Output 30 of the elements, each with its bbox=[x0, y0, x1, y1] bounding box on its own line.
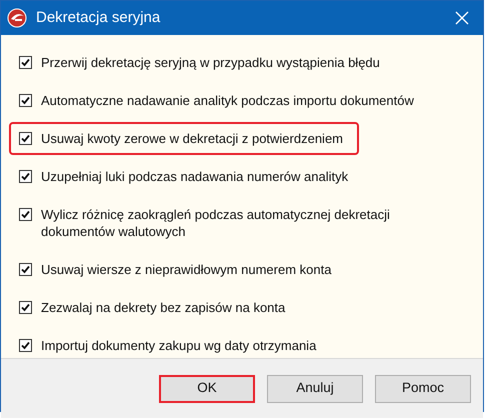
checkmark-icon bbox=[21, 58, 30, 67]
checkmark-icon bbox=[21, 341, 30, 350]
checkbox[interactable] bbox=[19, 94, 32, 107]
option-label: Automatyczne nadawanie analityk podczas importu dokumentów bbox=[41, 92, 414, 109]
checkbox[interactable] bbox=[19, 208, 32, 221]
dialog-button[interactable]: OK bbox=[159, 374, 255, 402]
dialog-button[interactable]: Anuluj bbox=[267, 374, 363, 402]
checkmark-icon bbox=[21, 172, 30, 181]
checkbox[interactable] bbox=[19, 56, 32, 69]
option-label: Wylicz różnicę zaokrągleń podczas automatycznej dekretacji dokumentów walutowych bbox=[41, 206, 391, 240]
option-label: Usuwaj wiersze z nieprawidłowym numerem konta bbox=[41, 261, 332, 278]
option-label: Zezwalaj na dekrety bez zapisów na konta bbox=[41, 299, 286, 316]
close-icon bbox=[455, 11, 469, 25]
checkbox[interactable] bbox=[19, 339, 32, 352]
checkbox[interactable] bbox=[19, 132, 32, 145]
option-label: Przerwij dekretację seryjną w przypadku wystąpienia błędu bbox=[41, 54, 380, 71]
checkmark-icon bbox=[21, 265, 30, 274]
app-logo-icon bbox=[7, 8, 27, 28]
checkmark-icon bbox=[21, 96, 30, 105]
window-title: Dekretacja seryjna bbox=[36, 8, 160, 28]
checkmark-icon bbox=[21, 134, 30, 143]
option-label: Usuwaj kwoty zerowe w dekretacji z potwierdzeniem bbox=[41, 130, 344, 147]
checkmark-icon bbox=[21, 303, 30, 312]
checkbox[interactable] bbox=[19, 301, 32, 314]
option-label: Importuj dokumenty zakupu wg daty otrzymania bbox=[41, 337, 316, 354]
option-label: Uzupełniaj luki podczas nadawania numerów analityk bbox=[41, 168, 348, 185]
checkmark-icon bbox=[21, 210, 30, 219]
dialog-button[interactable]: Pomoc bbox=[375, 374, 471, 402]
checkbox[interactable] bbox=[19, 170, 32, 183]
checkbox[interactable] bbox=[19, 263, 32, 276]
